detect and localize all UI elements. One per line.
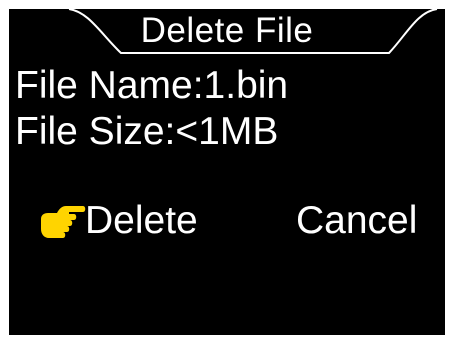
file-size-label: File Size:<1MB — [15, 110, 279, 153]
dialog-title: Delete File — [140, 11, 314, 50]
pointing-hand-icon — [39, 203, 87, 243]
title-tab: Delete File — [9, 9, 445, 57]
device-screen: Delete File File Name:1.bin File Size:<1… — [9, 9, 445, 335]
cancel-button[interactable]: Cancel — [296, 199, 417, 243]
file-name-label: File Name:1.bin — [15, 64, 289, 107]
delete-button[interactable]: Delete — [85, 199, 198, 243]
